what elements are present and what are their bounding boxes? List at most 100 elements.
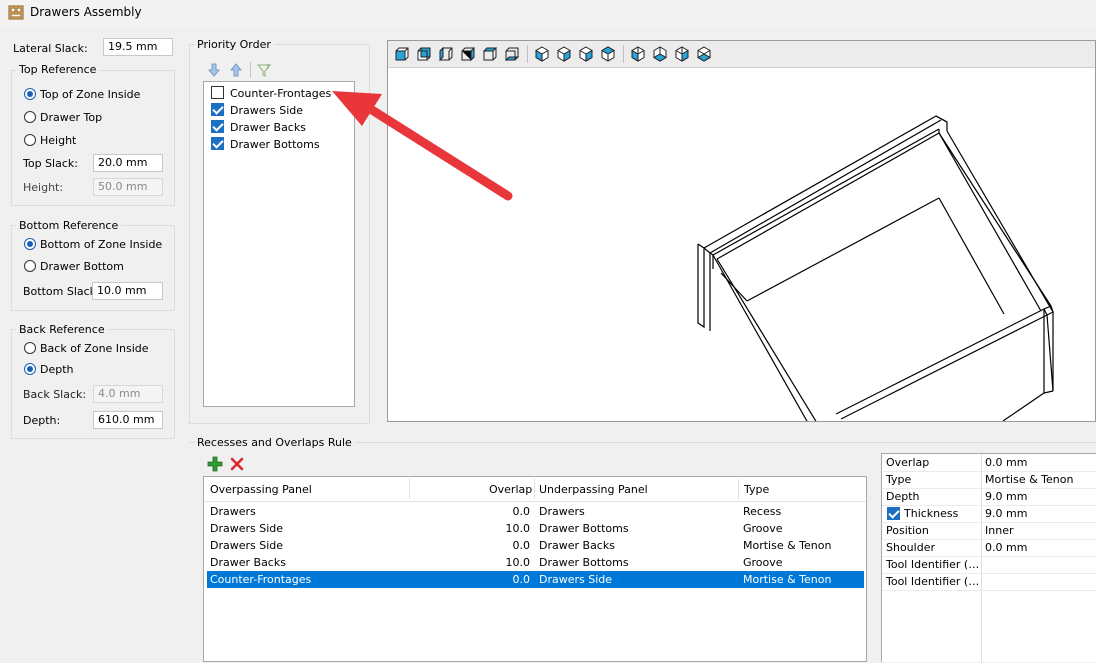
cell-underpassing: Drawers (539, 505, 585, 518)
drawer-bottoms-checkbox[interactable] (211, 137, 224, 150)
view-toolbar (388, 41, 1095, 68)
property-row[interactable]: Type Mortise & Tenon (882, 471, 1096, 489)
property-row[interactable]: Position Inner (882, 522, 1096, 540)
property-name: Overlap (886, 456, 930, 469)
property-row[interactable]: Depth 9.0 mm (882, 488, 1096, 506)
property-name: Depth (886, 490, 920, 503)
col-overpassing-panel[interactable]: Overpassing Panel (210, 483, 312, 496)
property-row[interactable]: Shoulder 0.0 mm (882, 539, 1096, 557)
property-value[interactable]: Mortise & Tenon (985, 473, 1073, 486)
property-value[interactable]: 9.0 mm (985, 507, 1027, 520)
top-slack-label: Top Slack: (23, 157, 78, 170)
view-right-icon[interactable] (460, 46, 476, 62)
back-of-zone-inside-label[interactable]: Back of Zone Inside (40, 342, 149, 355)
bottom-slack-input[interactable]: 10.0 mm (92, 282, 163, 300)
priority-item-label[interactable]: Drawer Bottoms (230, 138, 320, 151)
col-overlap[interactable]: Overlap (489, 483, 532, 496)
cell-overlap: 0.0 (512, 539, 531, 552)
lateral-slack-label: Lateral Slack: (13, 42, 88, 55)
view-front-icon[interactable] (394, 46, 410, 62)
drawer-bottom-label[interactable]: Drawer Bottom (40, 260, 124, 273)
table-row[interactable]: Drawers Side 0.0 Drawer Backs Mortise & … (207, 537, 864, 554)
table-row[interactable]: Drawers Side 10.0 Drawer Bottoms Groove (207, 520, 864, 537)
recesses-title: Recesses and Overlaps Rule (194, 436, 355, 449)
iso-view-6-icon[interactable] (652, 46, 668, 62)
arrow-down-icon[interactable] (206, 62, 222, 78)
iso-view-1-icon[interactable] (534, 46, 550, 62)
table-row[interactable]: Drawers 0.0 Drawers Recess (207, 503, 864, 520)
recesses-grid[interactable]: Overpassing Panel Overlap Underpassing P… (203, 476, 867, 662)
cell-type: Mortise & Tenon (743, 573, 832, 586)
toolbar-separator (623, 45, 624, 63)
height-label: Height: (23, 181, 64, 194)
cell-type: Groove (743, 522, 783, 535)
view-back-icon[interactable] (416, 46, 432, 62)
drawer-backs-checkbox[interactable] (211, 120, 224, 133)
cell-type: Groove (743, 556, 783, 569)
cell-overpassing: Drawers Side (210, 539, 284, 552)
depth-input[interactable]: 610.0 mm (93, 411, 163, 429)
col-underpassing-panel[interactable]: Underpassing Panel (539, 483, 648, 496)
iso-view-5-icon[interactable] (630, 46, 646, 62)
cell-underpassing: Drawer Bottoms (539, 522, 629, 535)
property-value[interactable]: 0.0 mm (985, 456, 1027, 469)
priority-item-label[interactable]: Counter-Frontages (230, 87, 331, 100)
drawers-side-checkbox[interactable] (211, 103, 224, 116)
add-icon[interactable] (207, 456, 223, 472)
drawer-top-radio[interactable] (24, 111, 36, 123)
cell-overpassing: Counter-Frontages (210, 573, 312, 586)
property-row[interactable]: Tool Identifier (… (882, 573, 1096, 591)
height-option-label[interactable]: Height (40, 134, 76, 147)
property-row[interactable]: Tool Identifier (… (882, 556, 1096, 574)
bottom-of-zone-inside-radio[interactable] (24, 238, 36, 250)
table-row[interactable]: Drawer Backs 10.0 Drawer Bottoms Groove (207, 554, 864, 571)
property-row[interactable]: Thickness 9.0 mm (882, 505, 1096, 523)
property-value[interactable]: Inner (985, 524, 1013, 537)
column-separator (534, 479, 535, 499)
property-name: Shoulder (886, 541, 935, 554)
back-of-zone-inside-radio[interactable] (24, 342, 36, 354)
property-value[interactable]: 9.0 mm (985, 490, 1027, 503)
thickness-checkbox[interactable] (887, 507, 900, 520)
table-row-selected[interactable]: Counter-Frontages 0.0 Drawers Side Morti… (207, 571, 864, 588)
iso-view-2-icon[interactable] (556, 46, 572, 62)
lateral-slack-input[interactable]: 19.5 mm (103, 38, 173, 56)
iso-view-3-icon[interactable] (578, 46, 594, 62)
arrow-up-icon[interactable] (228, 62, 244, 78)
back-slack-input: 4.0 mm (93, 385, 163, 403)
property-value[interactable]: 0.0 mm (985, 541, 1027, 554)
height-input: 50.0 mm (93, 178, 163, 196)
priority-item-label[interactable]: Drawer Backs (230, 121, 306, 134)
filter-icon[interactable] (256, 62, 272, 78)
iso-view-4-icon[interactable] (600, 46, 616, 62)
toolbar-separator (527, 45, 528, 63)
cell-type: Mortise & Tenon (743, 539, 832, 552)
drawer-top-label[interactable]: Drawer Top (40, 111, 102, 124)
counter-frontages-checkbox[interactable] (211, 86, 224, 99)
property-name: Position (886, 524, 929, 537)
iso-view-7-icon[interactable] (674, 46, 690, 62)
grid-header: Overpassing Panel Overlap Underpassing P… (204, 477, 866, 502)
height-radio[interactable] (24, 134, 36, 146)
property-row[interactable]: Overlap 0.0 mm (882, 454, 1096, 472)
col-type[interactable]: Type (744, 483, 769, 496)
view-bottom-icon[interactable] (504, 46, 520, 62)
view-top-icon[interactable] (482, 46, 498, 62)
bottom-of-zone-inside-label[interactable]: Bottom of Zone Inside (40, 238, 162, 251)
property-name: Thickness (904, 507, 959, 520)
top-reference-title: Top Reference (16, 63, 100, 76)
depth-option-label[interactable]: Depth (40, 363, 74, 376)
cell-underpassing: Drawers Side (539, 573, 613, 586)
priority-item-label[interactable]: Drawers Side (230, 104, 303, 117)
cell-underpassing: Drawer Bottoms (539, 556, 629, 569)
drawer-bottom-radio[interactable] (24, 260, 36, 272)
depth-radio[interactable] (24, 363, 36, 375)
view-left-icon[interactable] (438, 46, 454, 62)
property-name: Tool Identifier (… (886, 558, 980, 571)
top-of-zone-inside-label[interactable]: Top of Zone Inside (40, 88, 140, 101)
delete-icon[interactable] (229, 456, 245, 472)
iso-view-8-icon[interactable] (696, 46, 712, 62)
annotation-arrow (332, 91, 513, 201)
top-of-zone-inside-radio[interactable] (24, 88, 36, 100)
top-slack-input[interactable]: 20.0 mm (93, 154, 163, 172)
